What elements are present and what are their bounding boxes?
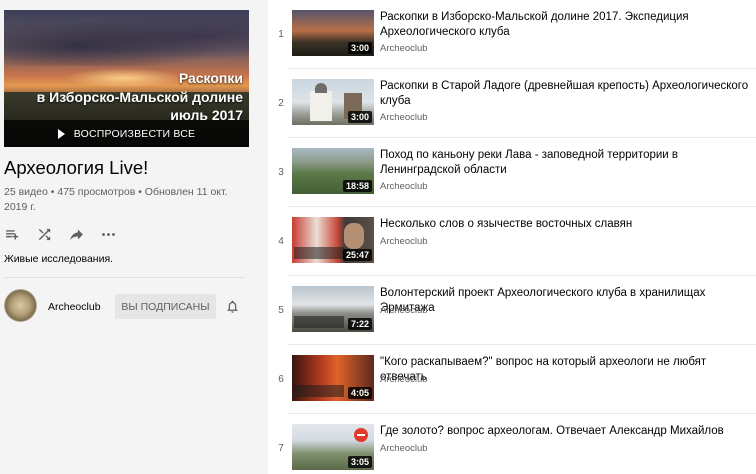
list-item[interactable]: 6 4:05 "Кого раскапываем?" вопрос на кот… [268, 345, 756, 414]
thumbnail-sunset [64, 68, 184, 88]
channel-name[interactable]: Archeoclub [48, 301, 101, 313]
playlist-thumbnail[interactable]: Раскопки в Изборско-Мальской долине июль… [4, 10, 249, 147]
video-channel[interactable]: Archeoclub [380, 236, 428, 247]
video-channel[interactable]: Archeoclub [380, 43, 428, 54]
playlist-video-list: 1 3:00 Раскопки в Изборско-Мальской доли… [268, 0, 756, 474]
video-title[interactable]: Несколько слов о язычестве восточных сла… [380, 217, 756, 232]
video-index: 5 [278, 305, 284, 316]
play-all-button[interactable]: ВОСПРОИЗВЕСТИ ВСЕ [4, 120, 249, 147]
share-icon[interactable] [68, 226, 85, 243]
playlist-stats: 25 видео • 475 просмотров • Обновлен 11 … [4, 186, 228, 213]
video-thumbnail[interactable]: 7:22 [292, 286, 374, 332]
video-thumbnail[interactable]: 3:00 [292, 79, 374, 125]
list-item[interactable]: 4 25:47 Несколько слов о язычестве восто… [268, 207, 756, 276]
video-index: 3 [278, 167, 284, 178]
video-duration: 3:05 [347, 456, 372, 468]
video-duration: 3:00 [347, 42, 372, 54]
video-index: 4 [278, 236, 284, 247]
bell-icon[interactable] [225, 299, 240, 314]
thumb-caption-bar [294, 247, 344, 259]
playlist-description: Живые исследования. [4, 253, 114, 265]
subscribed-button[interactable]: ВЫ ПОДПИСАНЫ [115, 294, 216, 319]
video-index: 6 [278, 374, 284, 385]
video-index: 7 [278, 443, 284, 454]
video-duration: 25:47 [342, 249, 372, 261]
video-duration: 3:00 [347, 111, 372, 123]
thumb-church [310, 91, 332, 121]
thumb-speaker [344, 223, 364, 249]
video-channel[interactable]: Archeoclub [380, 443, 428, 454]
shuffle-icon[interactable] [36, 226, 53, 243]
video-title[interactable]: Раскопки в Старой Ладоге (древнейшая кре… [380, 79, 756, 109]
list-item[interactable]: 1 3:00 Раскопки в Изборско-Мальской доли… [268, 0, 756, 69]
list-item[interactable]: 3 18:58 Поход по каньону реки Лава - зап… [268, 138, 756, 207]
video-channel[interactable]: Archeoclub [380, 181, 428, 192]
video-index: 1 [278, 29, 284, 40]
video-channel[interactable]: Archeoclub [380, 374, 428, 385]
play-all-label: ВОСПРОИЗВЕСТИ ВСЕ [73, 127, 196, 140]
video-thumbnail[interactable]: 4:05 [292, 355, 374, 401]
thumb-caption-bar [294, 385, 344, 397]
video-thumbnail[interactable]: 18:58 [292, 148, 374, 194]
thumb-dome [315, 83, 327, 93]
video-channel[interactable]: Archeoclub [380, 305, 428, 316]
video-title[interactable]: Где золото? вопрос археологам. Отвечает … [380, 424, 756, 439]
video-index: 2 [278, 98, 284, 109]
video-duration: 7:22 [347, 318, 372, 330]
thumbnail-caption-line-1: Раскопки [178, 70, 243, 86]
video-title[interactable]: Раскопки в Изборско-Мальской долине 2017… [380, 10, 756, 40]
list-item[interactable]: 2 3:00 Раскопки в Старой Ладоге (древней… [268, 69, 756, 138]
video-duration: 4:05 [347, 387, 372, 399]
thumbnail-clouds [4, 16, 249, 66]
video-thumbnail[interactable]: 25:47 [292, 217, 374, 263]
video-duration: 18:58 [342, 180, 372, 192]
video-title[interactable]: Поход по каньону реки Лава - заповедной … [380, 148, 756, 178]
thumbnail-caption-line-2: в Изборско-Мальской долине [36, 89, 243, 105]
sidebar-divider [4, 277, 245, 278]
avatar[interactable] [4, 289, 37, 322]
more-horiz-icon[interactable] [100, 226, 117, 243]
video-title[interactable]: Волонтерский проект Археологического клу… [380, 286, 756, 316]
play-icon [57, 128, 65, 139]
playlist-title[interactable]: Археология Live! [4, 157, 148, 179]
playlist-add-icon[interactable] [4, 226, 21, 243]
video-channel[interactable]: Archeoclub [380, 112, 428, 123]
list-item[interactable]: 7 3:05 Где золото? вопрос археологам. От… [268, 414, 756, 474]
video-thumbnail[interactable]: 3:00 [292, 10, 374, 56]
no-sign-icon [354, 428, 368, 442]
list-item[interactable]: 5 7:22 Волонтерский проект Археологическ… [268, 276, 756, 345]
video-thumbnail[interactable]: 3:05 [292, 424, 374, 470]
thumb-caption-bar [294, 316, 344, 328]
playlist-sidebar: Раскопки в Изборско-Мальской долине июль… [0, 0, 268, 474]
video-title[interactable]: "Кого раскапываем?" вопрос на который ар… [380, 355, 756, 385]
playlist-actions [4, 226, 117, 243]
